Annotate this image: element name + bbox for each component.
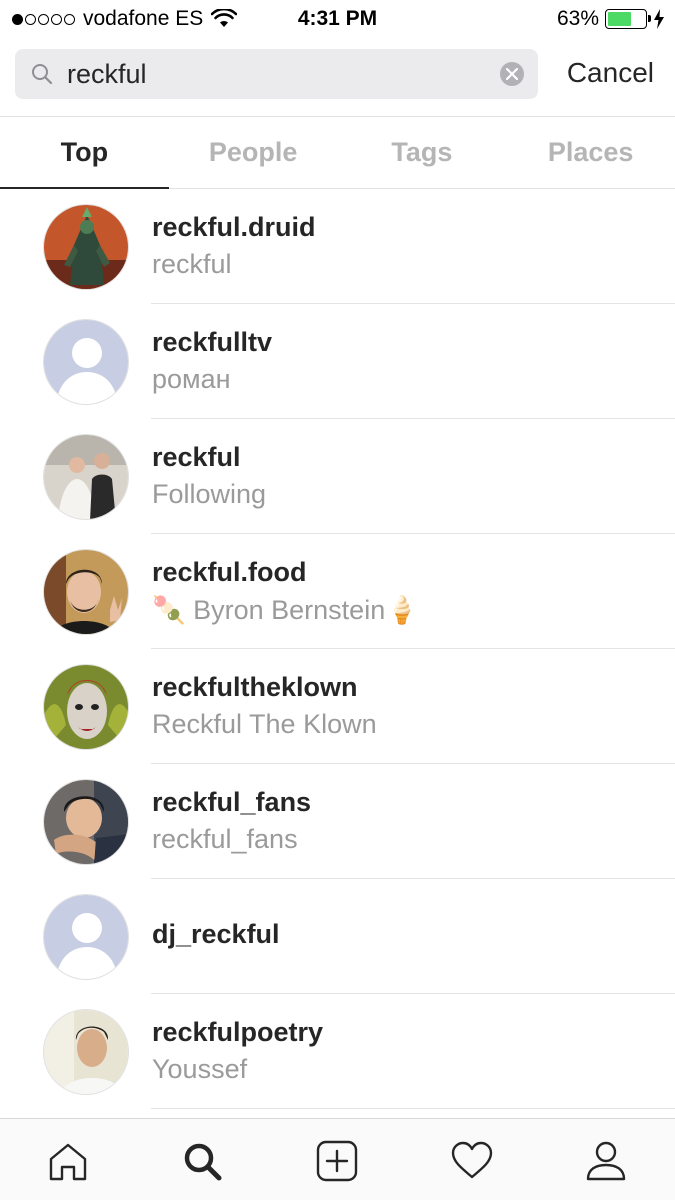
default-avatar-icon <box>43 894 129 980</box>
avatar <box>43 1009 129 1095</box>
result-row[interactable]: reckfulltv роман <box>0 304 675 419</box>
result-row[interactable]: reckful.druid reckful <box>0 189 675 304</box>
add-post-icon[interactable] <box>315 1139 359 1183</box>
result-fullname: Youssef <box>152 1054 248 1084</box>
avatar <box>43 434 129 520</box>
avatar <box>43 664 129 750</box>
tab-places[interactable]: Places <box>506 117 675 188</box>
search-row: Cancel <box>15 49 660 99</box>
result-username: reckfulpoetry <box>152 1017 324 1047</box>
result-fullname: роман <box>152 364 231 394</box>
result-fullname: reckful_fans <box>152 824 298 854</box>
result-row[interactable]: reckful.food 🍡 Byron Bernstein🍦 <box>0 534 675 649</box>
search-results: reckful.druid reckful reckfulltv роман r… <box>0 189 675 1109</box>
charging-bolt-icon <box>654 9 664 29</box>
result-username: reckful <box>152 442 241 472</box>
search-input[interactable] <box>67 55 487 93</box>
profile-icon[interactable] <box>584 1139 628 1183</box>
search-tabs: Top People Tags Places <box>0 116 675 189</box>
tab-people[interactable]: People <box>169 117 338 188</box>
search-tab-icon[interactable] <box>180 1139 224 1183</box>
avatar <box>43 549 129 635</box>
result-username: reckfultheklown <box>152 672 358 702</box>
result-fullname: Following <box>152 479 267 509</box>
clear-search-icon[interactable] <box>500 62 524 86</box>
battery-fill <box>608 12 631 26</box>
result-row[interactable]: reckful_fans reckful_fans <box>0 764 675 879</box>
result-fullname: reckful <box>152 249 232 279</box>
tab-tags[interactable]: Tags <box>338 117 507 188</box>
bottom-nav <box>0 1118 675 1200</box>
home-icon[interactable] <box>46 1139 90 1183</box>
cancel-button[interactable]: Cancel <box>567 57 654 89</box>
result-username: reckful_fans <box>152 787 312 817</box>
avatar <box>43 779 129 865</box>
result-row[interactable]: dj_reckful <box>0 879 675 994</box>
default-avatar-icon <box>43 319 129 405</box>
result-row[interactable]: reckfulpoetry Youssef <box>0 994 675 1109</box>
search-icon <box>32 64 53 85</box>
avatar <box>43 204 129 290</box>
tab-top[interactable]: Top <box>0 117 169 189</box>
result-row[interactable]: reckfultheklown Reckful The Klown <box>0 649 675 764</box>
result-username: dj_reckful <box>152 919 280 949</box>
result-username: reckful.druid <box>152 212 316 242</box>
result-fullname: 🍡 Byron Bernstein🍦 <box>152 595 419 625</box>
battery-percent: 63% <box>556 7 599 30</box>
result-row[interactable]: reckful Following <box>0 419 675 534</box>
result-username: reckfulltv <box>152 327 273 357</box>
battery-icon <box>605 9 651 29</box>
search-box[interactable] <box>15 49 538 99</box>
result-username: reckful.food <box>152 557 307 587</box>
screen: vodafone ES 4:31 PM 63% reckful Cancel T… <box>0 0 675 1200</box>
status-right: 63% <box>557 7 665 31</box>
heart-icon[interactable] <box>450 1139 494 1183</box>
status-bar: vodafone ES 4:31 PM 63% <box>0 0 675 38</box>
result-fullname: Reckful The Klown <box>152 709 377 739</box>
